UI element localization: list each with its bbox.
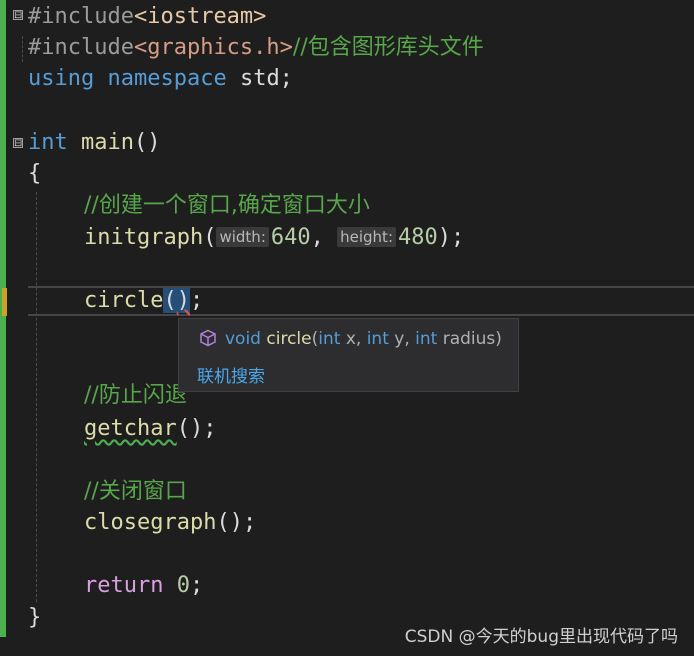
close-brace: } [28,605,42,630]
argument-height: 480 [398,225,438,250]
paren-close: ); [437,225,465,250]
keyword-int: int [28,130,68,155]
function-name: main [81,130,134,155]
fold-toggle-icon[interactable]: ⊟ [13,138,23,149]
code-line-8[interactable]: initgraph(width: 640, height: 480); [84,223,464,253]
fold-guide [22,36,23,62]
function-call: getchar [84,416,177,441]
function-call: circle [84,288,164,313]
open-brace: { [28,161,42,186]
paren-open: ( [203,225,217,250]
parens: () [133,130,161,155]
cube-icon [200,329,216,347]
change-indicator-bar [0,0,6,637]
function-call: closegraph [84,510,217,535]
code-line-10[interactable]: circle(); [84,286,203,316]
function-call: initgraph [84,225,204,250]
preprocessor-directive: #include [28,35,134,60]
signature-paren-close: ) [495,329,502,349]
paren-close-highlighted: ) [176,288,190,313]
code-comment: //包含图形库头文件 [292,35,484,60]
code-comment: //创建一个窗口,确定窗口大小 [84,193,370,218]
param-type: int [318,329,341,349]
fold-toggle-icon[interactable]: ⊟ [13,10,23,21]
keyword-return: return [84,573,164,598]
param-type: int [366,329,389,349]
code-line-2[interactable]: #include<graphics.h>//包含图形库头文件 [28,33,484,63]
param-name: radius [437,329,496,349]
include-file: <iostream> [133,4,267,29]
code-line-5[interactable]: int main() [28,128,160,158]
code-line-3[interactable]: using namespace std; [28,64,293,94]
param-type: int [415,329,438,349]
code-line-16[interactable]: //关闭窗口 [84,477,187,507]
keyword-using: using [28,66,95,91]
online-search-link[interactable]: 联机搜索 [197,362,265,387]
inlay-hint-height: height: [337,227,396,247]
param-name: y, [388,329,416,349]
call-parens: (); [216,510,257,535]
code-line-13[interactable]: //防止闪退 [84,381,187,411]
paren-open-highlighted: ( [163,288,177,313]
argument-width: 640 [270,225,311,250]
code-line-20[interactable]: } [28,603,41,633]
code-line-6[interactable]: { [28,159,41,189]
param-name: x, [340,329,367,349]
semicolon: ; [189,288,204,313]
code-line-17[interactable]: closegraph(); [84,508,256,538]
semicolon: ; [189,573,204,598]
namespace-name: std; [226,66,293,91]
include-file: <graphics.h> [133,35,293,60]
preprocessor-directive: #include [28,4,134,29]
code-comment: //关闭窗口 [84,479,187,504]
function-signature: void circle(int x, int y, int radius) [199,329,502,349]
inlay-hint-width: width: [216,227,269,247]
watermark-text: CSDN @今天的bug里出现代码了吗 [404,627,678,647]
separator: , [310,225,338,250]
indent-guide [36,192,37,602]
code-comment: //防止闪退 [84,383,187,408]
code-line-19[interactable]: return 0; [84,571,203,601]
call-parens: (); [176,416,217,441]
return-type: void [225,329,261,349]
unsaved-change-marker [2,288,7,316]
quick-info-tooltip: void circle(int x, int y, int radius) 联机… [178,318,519,392]
signature-function-name: circle [266,329,312,349]
code-line-7[interactable]: //创建一个窗口,确定窗口大小 [84,191,370,221]
return-value: 0 [176,573,190,598]
keyword-namespace: namespace [107,66,227,91]
code-line-14[interactable]: getchar(); [84,414,216,444]
code-line-1[interactable]: #include<iostream> [28,2,266,32]
